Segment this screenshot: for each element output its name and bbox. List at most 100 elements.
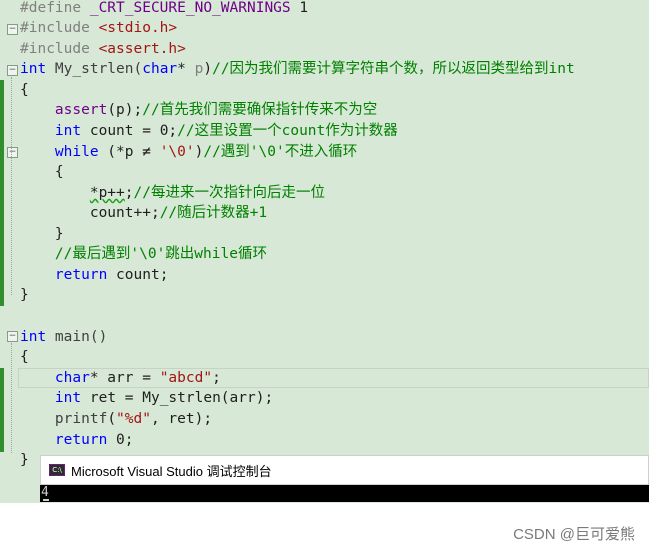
code-line-18[interactable]: { [20, 347, 29, 367]
code-text: main() [46, 329, 108, 345]
code-text: ) [203, 61, 213, 77]
console-output-text: 4 [41, 485, 49, 500]
code-text: My_strlen( [46, 61, 143, 77]
change-indicator-bar [0, 80, 4, 306]
directive: #include [20, 20, 99, 36]
code-text: count = 0; [81, 123, 178, 139]
code-text: (*p ≠ [98, 144, 160, 160]
code-line-5[interactable]: { [20, 80, 29, 100]
code-text: count++; [89, 205, 160, 221]
code-text: { [20, 349, 29, 365]
console-title-bar[interactable]: C:\ Microsoft Visual Studio 调试控制台 [40, 455, 649, 485]
fold-toggle-icon[interactable]: − [7, 147, 18, 158]
warning-squiggle-text: *p++ [89, 185, 125, 201]
keyword: int [54, 123, 82, 139]
code-text: { [20, 82, 29, 98]
code-line-7[interactable]: int count = 0;//这里设置一个count作为计数器 [20, 121, 398, 141]
code-line-20[interactable]: int ret = My_strlen(arr); [20, 388, 273, 408]
watermark: CSDN @巨可爱熊 [513, 526, 635, 543]
directive: #include [20, 41, 99, 57]
code-line-13[interactable]: //最后遇到'\0'跳出while循环 [20, 244, 267, 264]
char-literal: '\0' [159, 144, 195, 160]
code-text: ret = My_strlen(arr); [81, 390, 274, 406]
code-text: } [20, 287, 29, 303]
code-line-9[interactable]: { [20, 162, 64, 182]
fold-guide-line [11, 77, 12, 295]
code-line-19[interactable]: char* arr = "abcd"; [20, 368, 221, 388]
code-line-4[interactable]: int My_strlen(char* p)//因为我们需要计算字符串个数，所以… [20, 59, 575, 79]
code-editor[interactable]: − − − − #define _CRT_SECURE_NO_WARNINGS … [0, 0, 649, 503]
comment: //每进来一次指针向后走一位 [133, 185, 325, 201]
fold-toggle-icon[interactable]: − [7, 65, 18, 76]
code-line-10[interactable]: *p++;//每进来一次指针向后走一位 [20, 183, 325, 203]
keyword: int [54, 390, 82, 406]
comment: //最后遇到'\0'跳出while循环 [54, 246, 267, 262]
console-app-icon: C:\ [49, 464, 65, 476]
code-text: } [20, 452, 29, 468]
string-literal: "%d" [116, 411, 151, 427]
code-text: ; [212, 370, 221, 386]
keyword: int [20, 329, 47, 345]
code-text: (p); [107, 102, 143, 118]
function-name: printf [54, 411, 108, 427]
code-line-15[interactable]: } [20, 285, 29, 305]
code-line-14[interactable]: return count; [20, 265, 169, 285]
comment: //首先我们需要确保指针传来不为空 [142, 102, 378, 118]
comment: //这里设置一个count作为计数器 [177, 123, 398, 139]
code-line-11[interactable]: count++;//随后计数器+1 [20, 203, 267, 223]
console-title: Microsoft Visual Studio 调试控制台 [71, 463, 272, 479]
code-line-12[interactable]: } [20, 224, 64, 244]
code-line-1[interactable]: #define _CRT_SECURE_NO_WARNINGS 1 [20, 0, 308, 18]
code-line-17[interactable]: int main() [20, 327, 107, 347]
code-line-21[interactable]: printf("%d", ret); [20, 409, 212, 429]
code-text: * arr = [89, 370, 160, 386]
include-path: <stdio.h> [98, 20, 178, 36]
code-text: } [20, 226, 64, 242]
code-text: , ret); [150, 411, 213, 427]
comment: //随后计数器+1 [159, 205, 268, 221]
debug-console-window[interactable]: C:\ Microsoft Visual Studio 调试控制台 4 [40, 455, 649, 502]
keyword: char [142, 61, 178, 77]
fold-toggle-icon[interactable]: − [7, 331, 18, 342]
macro-name: _CRT_SECURE_NO_WARNINGS [89, 0, 291, 16]
fold-toggle-icon[interactable]: − [7, 24, 18, 35]
code-text: * [177, 61, 195, 77]
include-path: <assert.h> [98, 41, 186, 57]
console-output[interactable]: 4 [40, 485, 49, 501]
code-text: ; [124, 185, 134, 201]
console-cursor [42, 499, 49, 501]
code-line-22[interactable]: return 0; [20, 430, 134, 450]
string-literal: "abcd" [159, 370, 213, 386]
keyword: return [54, 267, 108, 283]
keyword: int [20, 61, 47, 77]
code-text: { [20, 164, 64, 180]
code-line-2[interactable]: #include <stdio.h> [20, 18, 177, 38]
change-indicator-bar [0, 368, 4, 452]
code-line-8[interactable]: while (*p ≠ '\0')//遇到'\0'不进入循环 [20, 142, 357, 162]
code-line-23[interactable]: } [20, 450, 29, 470]
directive: #define [20, 0, 90, 16]
code-text: 0; [107, 432, 134, 448]
fold-guide-line [11, 343, 12, 453]
comment: //因为我们需要计算字符串个数，所以返回类型给到int [212, 61, 575, 77]
comment: //遇到'\0'不进入循环 [203, 144, 358, 160]
macro-name: assert [54, 102, 108, 118]
code-text: count; [107, 267, 169, 283]
code-text: 1 [290, 0, 309, 16]
code-line-3[interactable]: #include <assert.h> [20, 39, 186, 59]
keyword: char [54, 370, 90, 386]
keyword: while [54, 144, 99, 160]
keyword: return [54, 432, 108, 448]
code-line-6[interactable]: assert(p);//首先我们需要确保指针传来不为空 [20, 100, 377, 120]
